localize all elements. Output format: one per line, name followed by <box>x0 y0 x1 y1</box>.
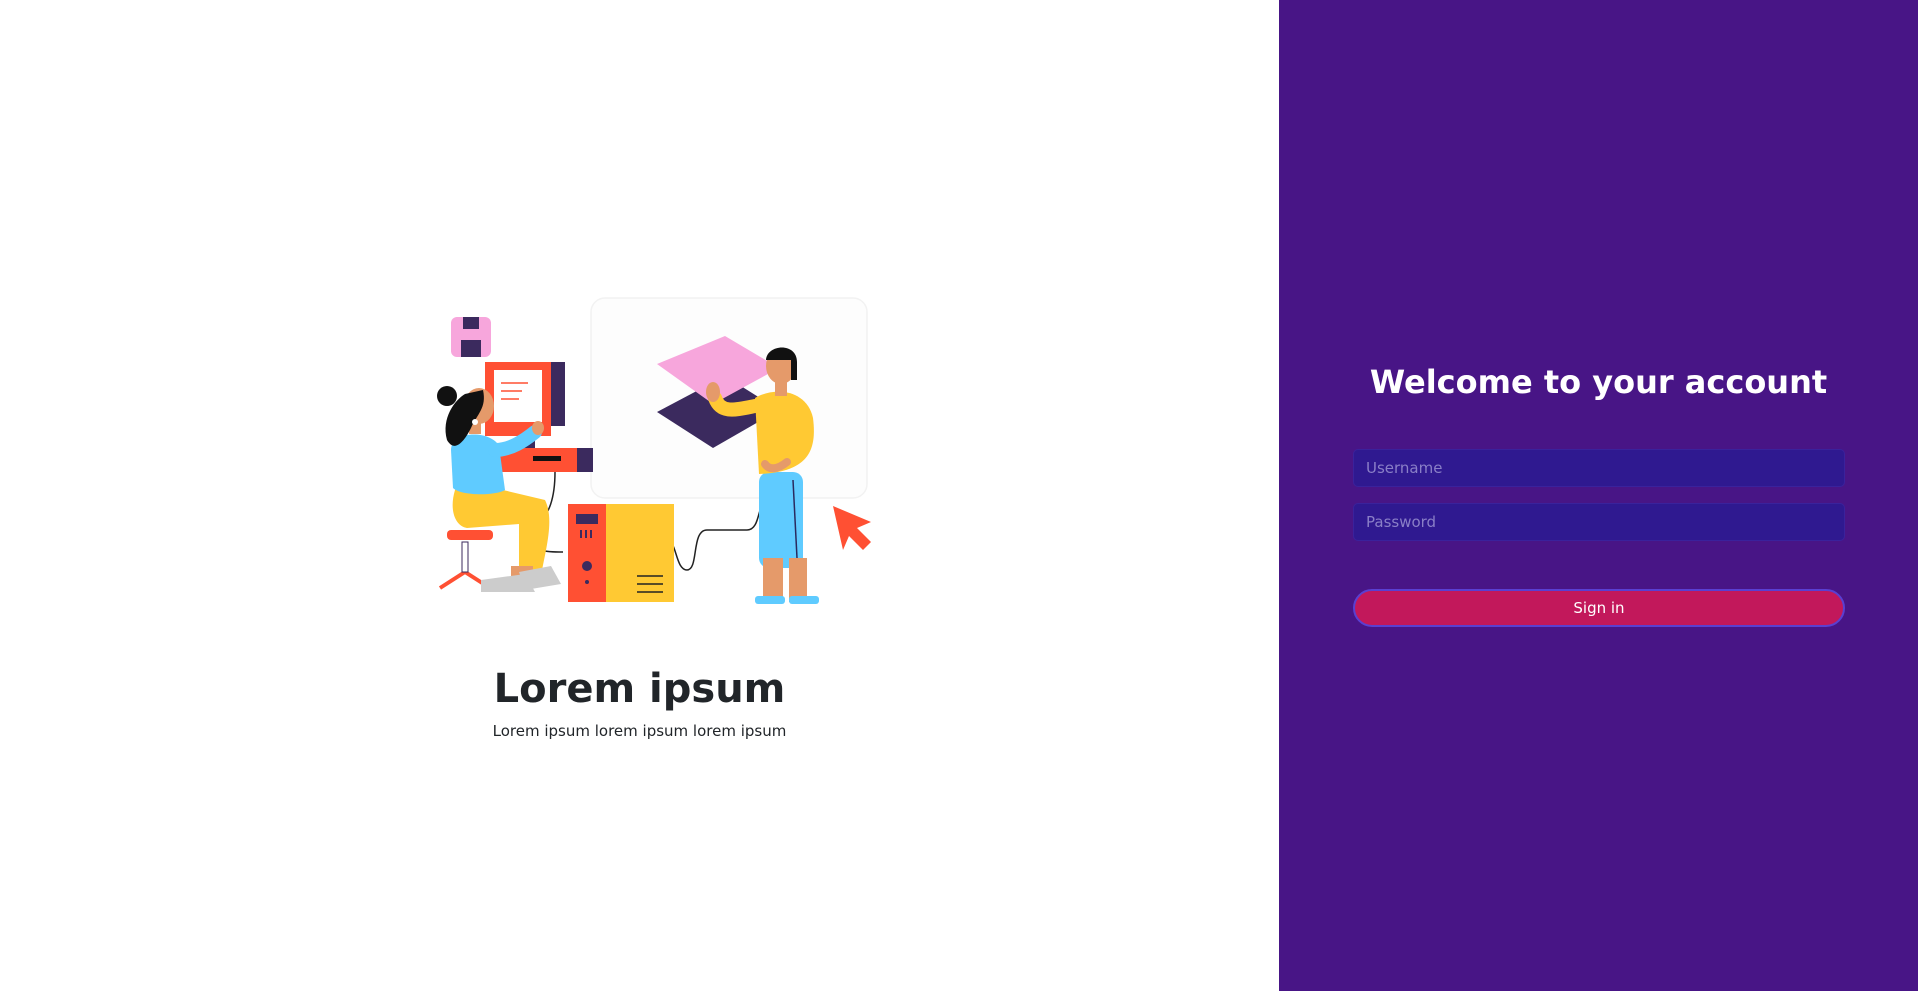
hero-panel: Lorem ipsum Lorem ipsum lorem ipsum lore… <box>0 0 1279 991</box>
username-input[interactable] <box>1353 449 1845 487</box>
sign-in-button[interactable]: Sign in <box>1353 589 1845 627</box>
people-at-computer-illustration <box>437 297 871 604</box>
password-input[interactable] <box>1353 503 1845 541</box>
hero-subtitle: Lorem ipsum lorem ipsum lorem ipsum <box>492 722 787 740</box>
floppy-disk-icon <box>451 317 491 357</box>
computer-tower-icon <box>568 504 674 602</box>
login-page: Lorem ipsum Lorem ipsum lorem ipsum lore… <box>0 0 1918 991</box>
login-title: Welcome to your account <box>1369 363 1828 401</box>
login-panel: Welcome to your account Sign in <box>1279 0 1918 991</box>
hero-title: Lorem ipsum <box>493 666 786 712</box>
cursor-icon <box>833 506 871 550</box>
